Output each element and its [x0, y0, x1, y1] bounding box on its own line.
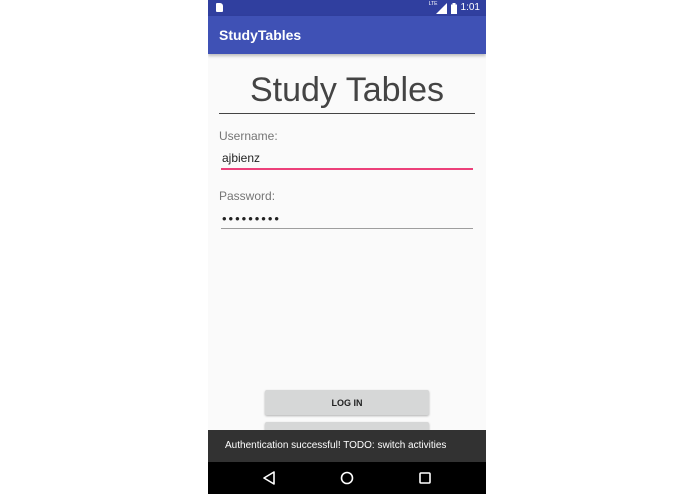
sim-card-icon: [216, 3, 223, 12]
username-input[interactable]: [221, 148, 473, 170]
clock: 1:01: [460, 2, 480, 13]
signal-icon: [435, 2, 447, 14]
back-icon: [263, 471, 275, 485]
app-title: StudyTables: [219, 27, 302, 43]
username-label: Username:: [219, 129, 278, 143]
page-title: Study Tables: [219, 68, 475, 114]
home-icon: [340, 471, 354, 485]
back-button[interactable]: [249, 462, 289, 494]
snackbar-message: Authentication successful! TODO: switch …: [225, 440, 447, 451]
battery-icon: [450, 2, 457, 14]
status-bar: LTE 1:01: [208, 0, 486, 16]
snackbar: Authentication successful! TODO: switch …: [208, 430, 486, 462]
recent-apps-icon: [419, 472, 431, 484]
status-icons: LTE 1:01: [429, 2, 480, 14]
password-label: Password:: [219, 189, 276, 203]
login-button[interactable]: LOG IN: [265, 390, 429, 415]
app-bar: StudyTables: [208, 16, 486, 54]
password-input[interactable]: [221, 208, 473, 229]
home-button[interactable]: [327, 462, 367, 494]
navigation-bar: [208, 462, 486, 494]
login-form: Study Tables Username: Password: LOG IN: [208, 54, 486, 447]
recent-apps-button[interactable]: [405, 462, 445, 494]
phone-screen: LTE 1:01 StudyTables Study Tables Userna…: [208, 0, 486, 494]
